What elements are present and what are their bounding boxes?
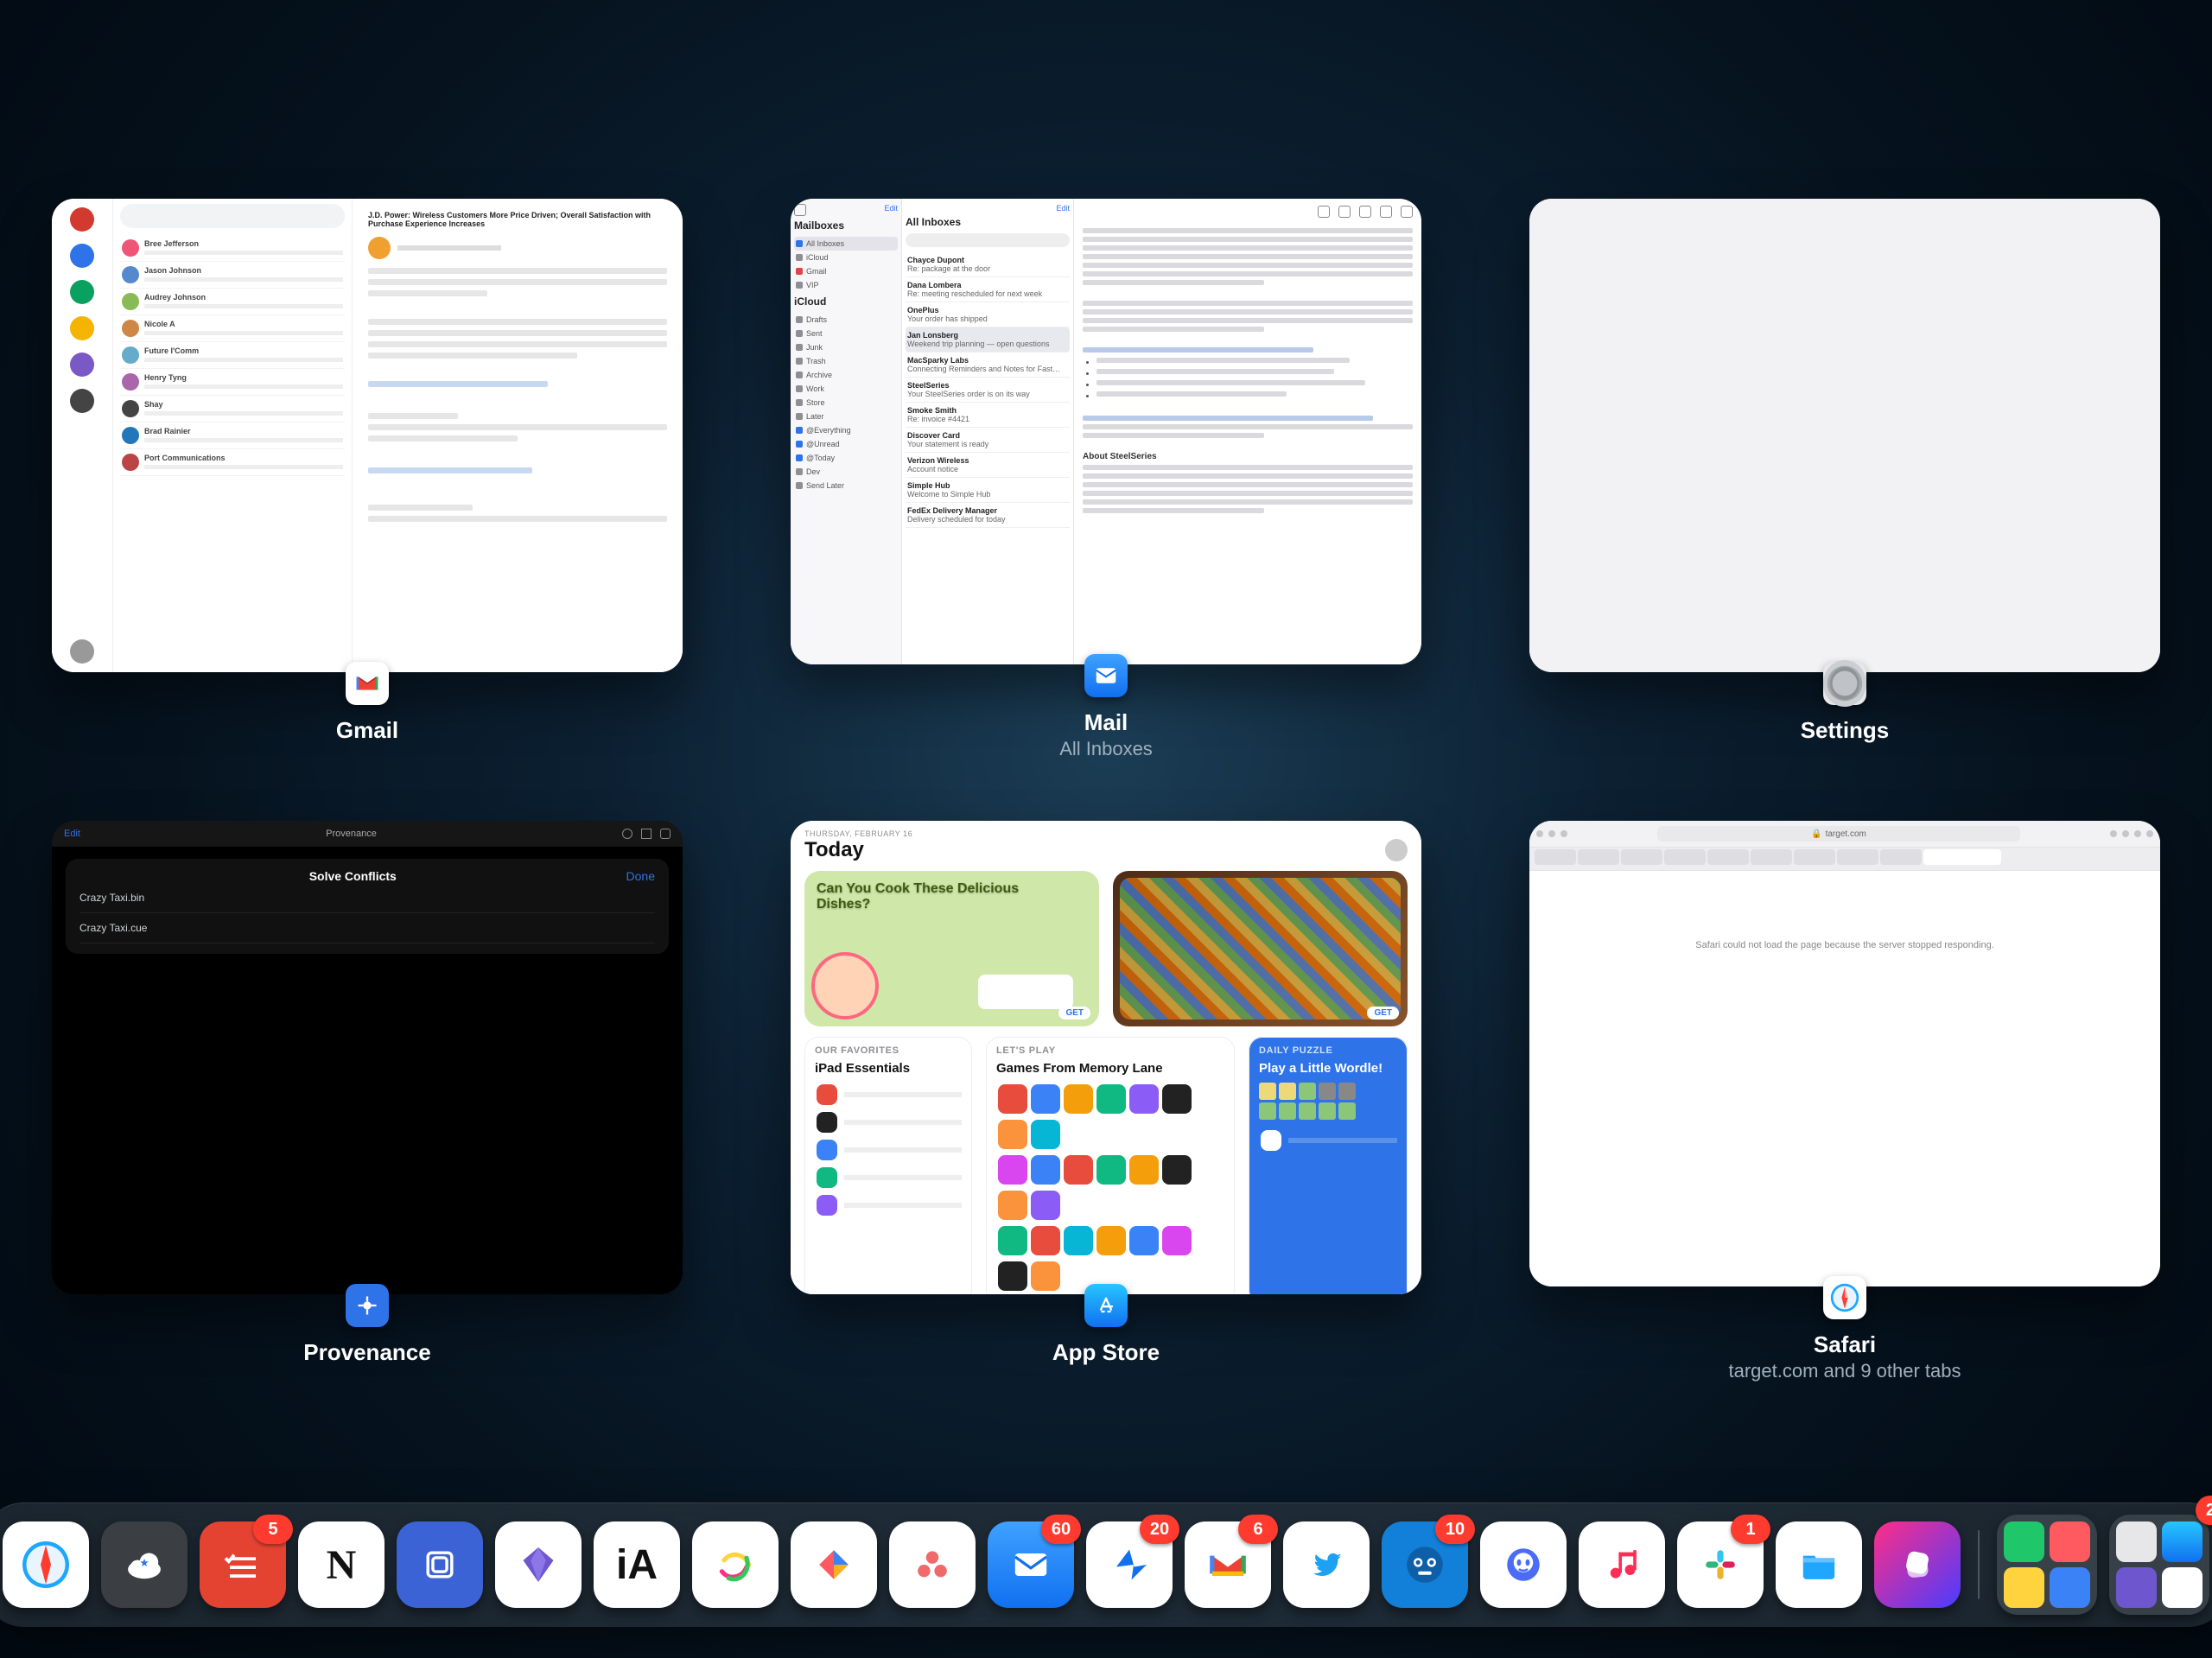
- badge: 1: [1731, 1515, 1770, 1544]
- dock-separator: [1978, 1530, 1980, 1599]
- card-title: App Store: [1052, 1339, 1160, 1366]
- browser-tab[interactable]: [1621, 849, 1662, 865]
- card-title: Settings: [1801, 717, 1890, 744]
- reply-icon[interactable]: [1380, 206, 1392, 218]
- dock-safari[interactable]: [3, 1521, 89, 1608]
- sidebar-icon[interactable]: [1536, 830, 1543, 837]
- dock-files[interactable]: [1776, 1521, 1862, 1608]
- browser-tab-active[interactable]: [1923, 849, 2001, 865]
- thumbnail-appstore[interactable]: THURSDAY, FEBRUARY 16 Today Can You Cook…: [791, 821, 1421, 1294]
- thumbnail-mail[interactable]: Edit Mailboxes All Inboxes iCloud Gmail …: [791, 199, 1421, 664]
- card-title: Gmail: [336, 717, 398, 744]
- conflict-row[interactable]: Crazy Taxi.bin: [79, 883, 655, 913]
- card-subtitle: All Inboxes: [1059, 738, 1153, 760]
- flag-icon[interactable]: [1359, 206, 1371, 218]
- prov-edit[interactable]: Edit: [64, 829, 80, 839]
- url-field[interactable]: 🔒target.com: [1657, 826, 2020, 842]
- thumbnail-provenance[interactable]: Edit Provenance Solve Conflicts Done Cra…: [52, 821, 683, 1294]
- gmail-icon: [346, 662, 389, 705]
- dock-tweetbot[interactable]: 10: [1382, 1521, 1468, 1608]
- appstore-icon: [1084, 1284, 1128, 1327]
- browser-tab[interactable]: [1535, 849, 1576, 865]
- newtab-icon[interactable]: [2134, 830, 2141, 837]
- conflict-row[interactable]: Crazy Taxi.cue: [79, 913, 655, 943]
- dock-freeform[interactable]: [692, 1521, 779, 1608]
- browser-tab[interactable]: [1794, 849, 1835, 865]
- share-icon[interactable]: [2122, 830, 2129, 837]
- dock-obsidian[interactable]: [495, 1521, 582, 1608]
- dock-twitter[interactable]: [1283, 1521, 1370, 1608]
- add-icon[interactable]: [660, 829, 671, 839]
- card-subtitle: target.com and 9 other tabs: [1728, 1360, 1961, 1382]
- dock-slack[interactable]: 1: [1677, 1521, 1764, 1608]
- switcher-card-mail[interactable]: Edit Mailboxes All Inboxes iCloud Gmail …: [791, 199, 1421, 760]
- card-title: Mail: [1084, 709, 1128, 736]
- browser-tab[interactable]: [1880, 849, 1922, 865]
- browser-tab[interactable]: [1751, 849, 1792, 865]
- forward-icon[interactable]: [1560, 830, 1567, 837]
- badge: 60: [1041, 1515, 1081, 1544]
- dock: ★5NiA60206101 25: [0, 1502, 2212, 1627]
- dock-apollo[interactable]: [1480, 1521, 1567, 1608]
- dock-craft[interactable]: [791, 1521, 877, 1608]
- dock-gmail[interactable]: 6: [1185, 1521, 1271, 1608]
- switcher-card-provenance[interactable]: Edit Provenance Solve Conflicts Done Cra…: [52, 821, 683, 1382]
- dock-apps: ★ 5NiA 60206 10 1: [3, 1521, 1961, 1608]
- browser-tab[interactable]: [1578, 849, 1619, 865]
- app-switcher: Bree Jefferson Jason Johnson Audrey John…: [0, 199, 2212, 1382]
- settings-icon: [1823, 662, 1866, 705]
- badge: 6: [1238, 1515, 1278, 1544]
- gmail-headline: J.D. Power: Wireless Customers More Pric…: [368, 211, 667, 228]
- prov-done[interactable]: Done: [626, 869, 655, 883]
- dock-ia-writer[interactable]: iA: [594, 1521, 680, 1608]
- trash-icon[interactable]: [1338, 206, 1351, 218]
- card-title: Provenance: [303, 1339, 430, 1366]
- safari-icon: [1823, 1276, 1866, 1319]
- switcher-card-safari[interactable]: 🔒target.com: [1529, 821, 2160, 1382]
- safari-error: Safari could not load the page because t…: [1529, 871, 2160, 1286]
- dock-recent-cluster-2[interactable]: [2109, 1515, 2209, 1615]
- mail-icon: [1084, 654, 1128, 697]
- dock-todoist[interactable]: 5: [200, 1521, 286, 1608]
- appstore-date: THURSDAY, FEBRUARY 16: [804, 829, 1408, 838]
- mailbox-all-inboxes[interactable]: All Inboxes: [794, 237, 898, 251]
- svg-text:★: ★: [140, 1558, 149, 1568]
- dock-notion[interactable]: N: [298, 1521, 385, 1608]
- account-avatar[interactable]: [1385, 839, 1408, 861]
- dock-weather[interactable]: ★: [101, 1521, 188, 1608]
- appstore-today: Today: [804, 838, 864, 862]
- provenance-icon: [346, 1284, 389, 1327]
- dock-shortcuts[interactable]: [1874, 1521, 1961, 1608]
- dock-recent-cluster-1[interactable]: 25: [1997, 1515, 2097, 1615]
- dock-linear[interactable]: [397, 1521, 483, 1608]
- dock-music[interactable]: [1579, 1521, 1665, 1608]
- sort-icon[interactable]: [641, 829, 652, 839]
- badge: 20: [1140, 1515, 1179, 1544]
- switcher-card-gmail[interactable]: Bree Jefferson Jason Johnson Audrey John…: [52, 199, 683, 760]
- tabs-icon[interactable]: [2146, 830, 2153, 837]
- browser-tab[interactable]: [1707, 849, 1749, 865]
- thumbnail-settings[interactable]: [1529, 199, 2160, 672]
- thumbnail-safari[interactable]: 🔒target.com: [1529, 821, 2160, 1286]
- browser-tab[interactable]: [1837, 849, 1878, 865]
- dock-spark[interactable]: 20: [1086, 1521, 1173, 1608]
- dock-mail[interactable]: 60: [988, 1521, 1074, 1608]
- reload-icon[interactable]: [2110, 830, 2117, 837]
- compose-icon[interactable]: [1401, 206, 1413, 218]
- badge: 10: [1435, 1515, 1475, 1544]
- gmail-search[interactable]: [120, 204, 345, 228]
- card-title: Safari: [1814, 1331, 1876, 1358]
- badge: 5: [253, 1515, 293, 1544]
- back-icon[interactable]: [1548, 830, 1555, 837]
- thumbnail-gmail[interactable]: Bree Jefferson Jason Johnson Audrey John…: [52, 199, 683, 672]
- archive-icon[interactable]: [1318, 206, 1330, 218]
- dock-asana[interactable]: [889, 1521, 976, 1608]
- sync-icon[interactable]: [622, 829, 632, 839]
- browser-tab[interactable]: [1664, 849, 1706, 865]
- switcher-card-settings[interactable]: Settings: [1529, 199, 2160, 760]
- switcher-card-appstore[interactable]: THURSDAY, FEBRUARY 16 Today Can You Cook…: [791, 821, 1421, 1382]
